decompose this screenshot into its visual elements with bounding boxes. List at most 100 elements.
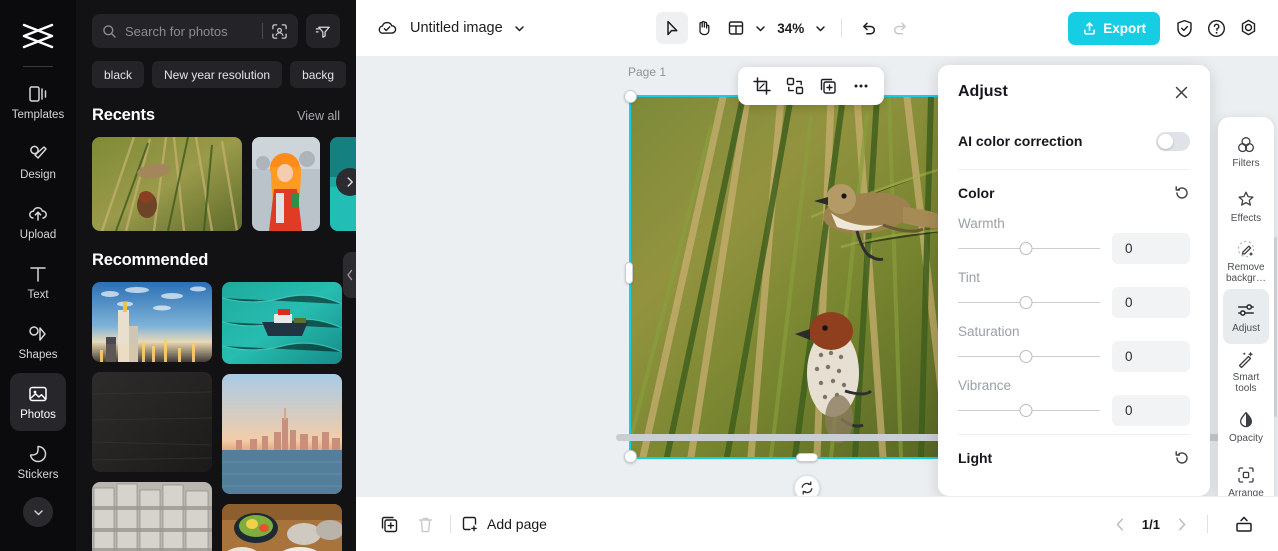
sidebar-item-design[interactable]: Design [10,133,66,191]
sidebar-more-button[interactable] [23,497,53,527]
slider-value[interactable]: 0 [1112,287,1190,318]
search-input[interactable]: Search for photos [92,14,298,48]
search-row: Search for photos [92,0,356,48]
ai-color-correction-toggle[interactable] [1156,131,1190,151]
photo-thumbnail[interactable] [222,374,342,494]
shapes-icon [26,322,50,346]
layout-tool-button[interactable] [720,12,752,44]
prev-page-button[interactable] [1113,517,1128,532]
tool-effects[interactable]: Effects [1223,179,1269,234]
slider-track[interactable] [958,402,1100,420]
tool-arrange[interactable]: Arrange [1223,454,1269,496]
photo-thumbnail[interactable] [92,282,212,362]
rotate-handle[interactable] [794,475,820,496]
tool-smart-tools[interactable]: Smart tools [1223,344,1269,399]
search-placeholder: Search for photos [125,23,228,39]
tag-chip[interactable]: black [92,61,145,88]
resize-handle-bottom[interactable] [796,453,818,462]
zoom-level[interactable]: 34% [777,21,804,36]
slider-warmth: Warmth 0 [958,216,1190,264]
select-tool-button[interactable] [656,12,689,44]
cloud-check-icon[interactable] [376,17,398,39]
view-all-link[interactable]: View all [297,109,340,123]
slider-track[interactable] [958,348,1100,366]
filter-button[interactable] [306,14,340,48]
recents-next-button[interactable] [336,168,356,196]
tool-adjust[interactable]: Adjust [1223,289,1269,344]
recents-carousel [92,137,356,231]
tool-opacity[interactable]: Opacity [1223,399,1269,454]
duplicate-page-button[interactable] [374,509,404,539]
capcut-logo[interactable] [18,16,58,56]
crop-icon [752,77,771,95]
layout-caret-icon[interactable] [754,22,767,35]
slider-thumb[interactable] [1019,242,1033,255]
help-button[interactable] [1200,12,1232,44]
crop-button[interactable] [746,71,777,102]
add-page-button[interactable]: Add page [461,515,547,533]
zoom-caret-icon[interactable] [814,22,827,35]
recent-thumbnail[interactable] [92,137,242,231]
document-title-caret[interactable] [513,22,526,35]
rail-divider [23,66,53,67]
tool-filters[interactable]: Filters [1223,124,1269,179]
sidebar-item-photos[interactable]: Photos [10,373,66,431]
sidebar-item-shapes[interactable]: Shapes [10,313,66,371]
slider-track[interactable] [958,294,1100,312]
right-rail-scrollbar[interactable] [1274,237,1277,417]
slider-value[interactable]: 0 [1112,233,1190,264]
panel-collapse-button[interactable] [343,252,356,298]
slider-value[interactable]: 0 [1112,341,1190,372]
slider-track[interactable] [958,240,1100,258]
slider-thumb[interactable] [1019,404,1033,417]
tool-remove-background[interactable]: Remove backgr… [1223,234,1269,289]
photo-thumbnail[interactable] [92,372,212,472]
photo-thumbnail[interactable] [222,504,342,551]
next-page-button[interactable] [1174,517,1189,532]
sidebar-item-templates[interactable]: Templates [10,73,66,131]
sidebar-item-label: Design [20,169,56,182]
settings-button[interactable] [1232,12,1264,44]
document-title[interactable]: Untitled image [410,20,503,36]
resize-handle-left[interactable] [625,262,633,284]
sidebar-item-label: Shapes [18,349,58,362]
visual-search-icon[interactable] [271,23,288,40]
duplicate-button[interactable] [812,71,843,102]
slider-value[interactable]: 0 [1112,395,1190,426]
bottom-toolbar: Add page 1/1 [356,496,1278,551]
tag-chip[interactable]: backg [290,61,347,88]
sidebar-item-stickers[interactable]: Stickers [10,433,66,491]
more-options-button[interactable] [845,71,876,102]
slider-thumb[interactable] [1019,296,1033,309]
delete-page-button[interactable] [410,509,440,539]
recent-thumbnail[interactable] [252,137,320,231]
adjust-panel-header: Adjust [938,65,1210,119]
tag-chip[interactable]: New year resolution [152,61,283,88]
cursor-icon [663,19,681,37]
sidebar-item-text[interactable]: Text [10,253,66,311]
smart-tools-icon [1236,349,1256,369]
chevron-left-icon [346,269,354,281]
export-button[interactable]: Export [1068,11,1160,45]
slider-row: 0 [958,233,1190,264]
replace-icon [786,77,804,95]
photo-thumbnail[interactable] [222,282,342,364]
slider-thumb[interactable] [1019,350,1033,363]
slider-saturation: Saturation 0 [958,324,1190,372]
redo-button[interactable] [884,12,916,44]
photo-thumbnail[interactable] [92,482,212,551]
close-icon[interactable] [1173,84,1190,101]
resize-handle-bottom-left[interactable] [624,450,637,463]
canvas-area[interactable]: Page 1 Adjust AI color correction Color … [356,57,1278,496]
resize-handle-top-left[interactable] [624,90,637,103]
expand-panel-button[interactable] [1226,514,1262,534]
sidebar-item-upload[interactable]: Upload [10,193,66,251]
chevron-down-icon [32,506,45,519]
reset-icon[interactable] [1174,185,1190,201]
shield-check-button[interactable] [1168,12,1200,44]
undo-button[interactable] [852,12,884,44]
hand-tool-button[interactable] [688,12,720,44]
replace-button[interactable] [779,71,810,102]
page-label: Page 1 [628,65,667,79]
reset-icon[interactable] [1174,450,1190,466]
